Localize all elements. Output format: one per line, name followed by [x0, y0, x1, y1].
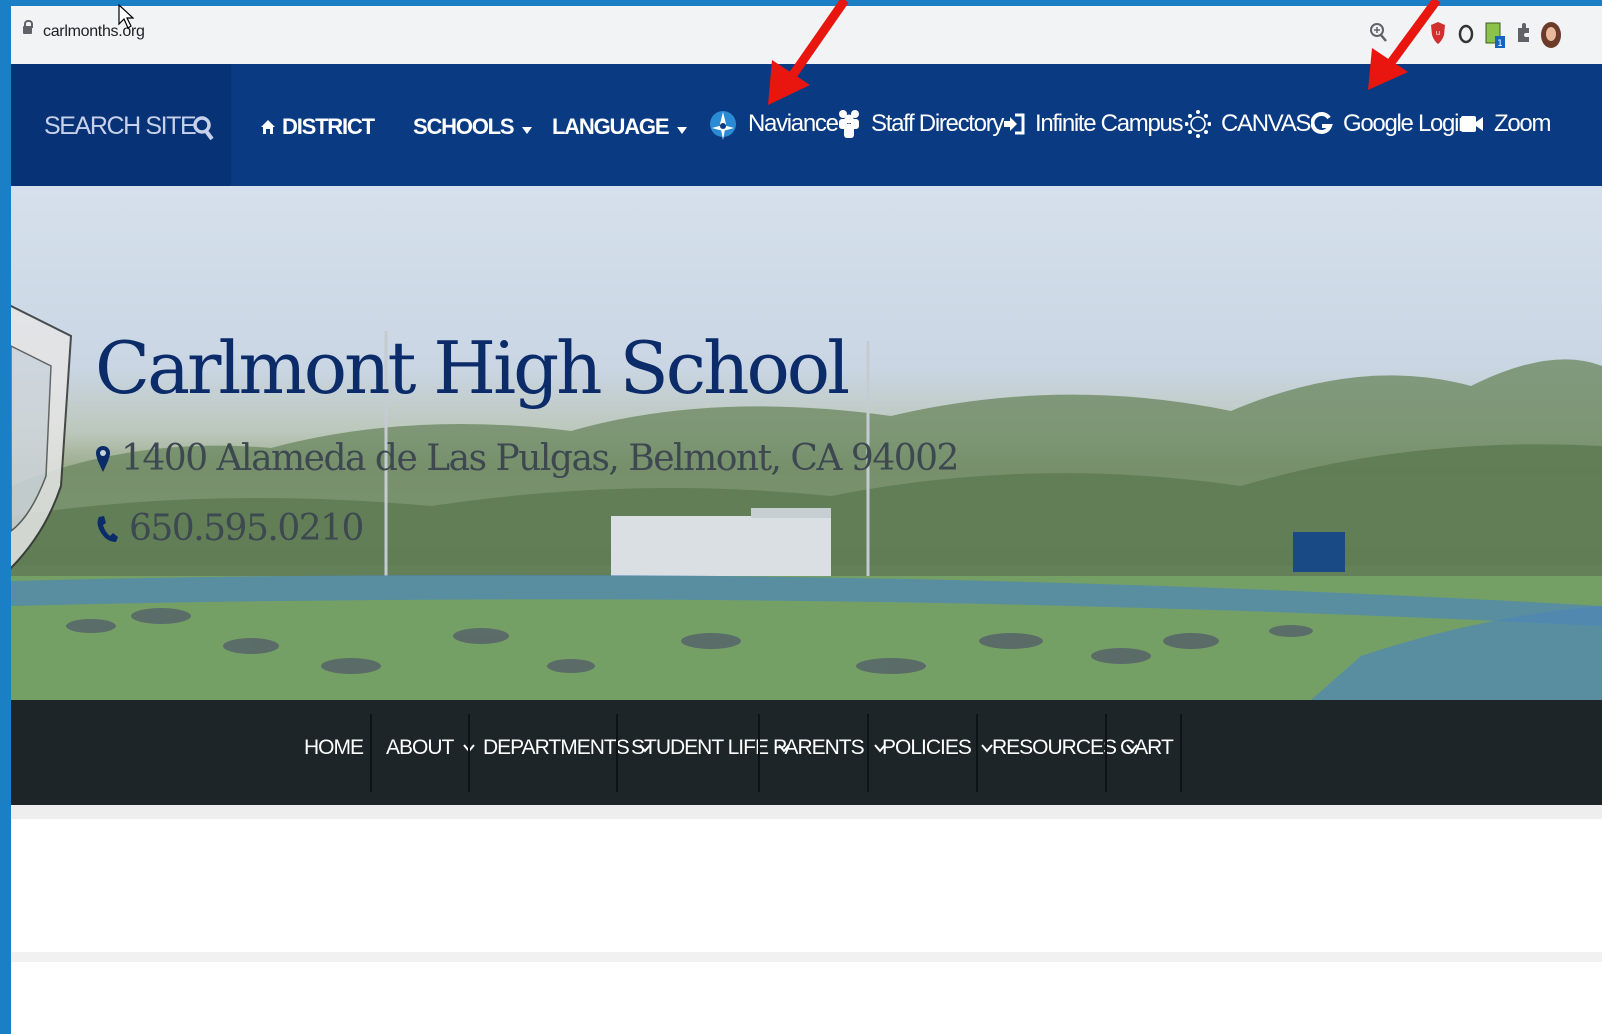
svg-text:1: 1 [1497, 39, 1503, 49]
search-input-label[interactable]: SEARCH SITE [44, 112, 197, 141]
circle-extension-icon[interactable] [1458, 20, 1474, 46]
zoom-link[interactable]: Zoom [1460, 104, 1551, 144]
nav-divider [1105, 714, 1107, 792]
nav-divider [976, 714, 978, 792]
language-menu[interactable]: LANGUAGE [552, 114, 688, 140]
nav-cart-label: CART [1120, 736, 1174, 759]
notes-extension-icon[interactable]: 1 [1484, 20, 1506, 50]
nav-home[interactable]: HOME [304, 736, 364, 760]
nav-resources-label: RESOURCES [992, 736, 1117, 759]
nav-about[interactable]: ABOUT [386, 736, 476, 760]
nav-divider [867, 714, 869, 792]
site-search[interactable]: SEARCH SITE [11, 64, 231, 186]
nav-departments-label: DEPARTMENTS [483, 736, 630, 759]
nav-student-life[interactable]: STUDENT LIFE [631, 736, 790, 760]
content-divider [11, 805, 1602, 819]
mouse-cursor-icon [118, 4, 134, 29]
hero-banner: Carlmont High School 1400 Alameda de Las… [11, 186, 1602, 700]
nav-divider [1180, 714, 1182, 792]
caret-down-icon [522, 127, 533, 134]
browser-window: carlmonths.org u 1 SEARCH SITE DISTRICT … [11, 6, 1602, 1034]
schools-label: SCHOOLS [413, 114, 515, 139]
infinite-campus-label: Infinite Campus [1035, 110, 1184, 137]
nav-student-life-label: STUDENT LIFE [631, 736, 769, 759]
nav-about-label: ABOUT [386, 736, 454, 759]
nav-divider [468, 714, 470, 792]
school-phone[interactable]: 650.595.0210 [95, 508, 364, 549]
google-login-label: Google Login [1343, 110, 1471, 137]
schools-menu[interactable]: SCHOOLS [413, 114, 533, 140]
map-pin-icon [96, 445, 110, 472]
nav-resources[interactable]: RESOURCES [992, 736, 1138, 760]
infinite-campus-link[interactable]: Infinite Campus [1003, 104, 1184, 144]
nav-cart[interactable]: CART [1120, 736, 1174, 760]
canvas-link[interactable]: CANVAS [1185, 104, 1311, 144]
compass-icon [710, 111, 736, 140]
canvas-label: CANVAS [1221, 110, 1311, 137]
district-label: DISTRICT [282, 114, 375, 139]
school-address[interactable]: 1400 Alameda de Las Pulgas, Belmont, CA … [95, 438, 959, 479]
zoom-label: Zoom [1494, 110, 1551, 137]
language-label: LANGUAGE [552, 114, 669, 139]
sign-in-icon [1004, 113, 1025, 135]
nav-parents-label: PARENTS [773, 736, 865, 759]
staff-directory-label: Staff Directory [871, 110, 1004, 137]
canvas-icon [1185, 110, 1211, 138]
annotation-arrow-naviance [768, 0, 849, 105]
search-icon[interactable] [193, 114, 215, 142]
staff-directory-link[interactable]: Staff Directory [837, 104, 1004, 144]
google-icon [1311, 112, 1333, 134]
puzzle-extensions-icon[interactable] [1514, 20, 1532, 46]
caret-down-icon [677, 127, 688, 134]
nav-divider [616, 714, 618, 792]
people-icon [839, 110, 859, 138]
video-icon [1461, 116, 1483, 132]
nav-divider [758, 714, 760, 792]
school-name: Carlmont High School [95, 326, 850, 410]
naviance-label: Naviance [748, 110, 839, 137]
nav-departments[interactable]: DEPARTMENTS [483, 736, 651, 760]
content-divider [11, 952, 1602, 962]
nav-policies-label: POLICIES [882, 736, 972, 759]
google-login-link[interactable]: Google Login [1311, 104, 1471, 144]
district-menu[interactable]: DISTRICT [260, 114, 375, 140]
annotation-arrow-google-login [1368, 0, 1441, 90]
phone-icon [97, 515, 118, 542]
main-navigation: HOME ABOUT DEPARTMENTS STUDENT LIFE PARE… [11, 700, 1602, 805]
address-text: 1400 Alameda de Las Pulgas, Belmont, CA … [121, 438, 959, 479]
nav-divider [370, 714, 372, 792]
home-icon [261, 120, 275, 134]
lock-icon [23, 20, 33, 34]
profile-avatar-icon[interactable] [1539, 20, 1563, 50]
nav-home-label: HOME [304, 736, 364, 759]
phone-text: 650.595.0210 [129, 508, 364, 549]
naviance-link[interactable]: Naviance [708, 104, 839, 144]
